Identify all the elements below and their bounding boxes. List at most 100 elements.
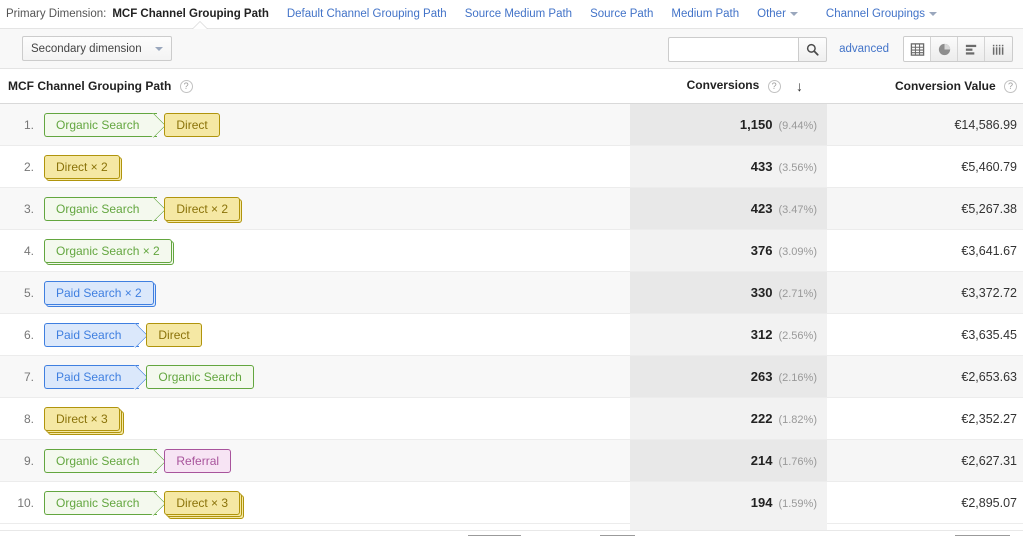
pie-chart-icon — [938, 43, 950, 55]
channel-chip-stack: Organic Search × 2 — [44, 238, 174, 265]
conversions-count: 194 — [750, 495, 773, 510]
chevron-down-icon — [789, 11, 798, 16]
conversions-percent: (2.56%) — [778, 330, 817, 342]
channel-chip-stack: Direct × 3 — [164, 490, 245, 519]
channel-chip-organic[interactable]: Organic Search — [44, 448, 158, 473]
channel-path: Paid Search Organic Search — [44, 364, 254, 389]
channel-chip-stack: Direct × 2 — [164, 196, 243, 223]
table-row[interactable]: 10. Organic Search Direct × 3 194 (1.59%) €2,… — [0, 481, 1023, 524]
channel-chip-direct[interactable]: Direct × 2 — [44, 154, 120, 179]
table-row[interactable]: 8. Direct × 3 222 (1.82%) €2,352.27 — [0, 397, 1023, 440]
row-index: 3. — [23, 201, 34, 216]
channel-path: Organic Search Direct — [44, 112, 220, 137]
cell-conversions: 214 (1.76%) — [630, 439, 827, 482]
channel-chip-referral[interactable]: Referral — [164, 448, 232, 473]
search-input[interactable] — [668, 36, 799, 62]
column-header-conversions-label: Conversions — [686, 78, 760, 93]
cell-conversion-value: €3,372.72 — [827, 271, 1023, 314]
channel-chip-stack: Organic Search — [44, 196, 158, 221]
table-head: MCF Channel Grouping Path ? Conversions … — [0, 69, 1023, 104]
cell-channel-path: 5. Paid Search × 2 — [0, 271, 630, 314]
channel-chip-organic[interactable]: Organic Search × 2 — [44, 238, 172, 263]
channel-chip-organic[interactable]: Organic Search — [44, 112, 158, 137]
conversions-count: 423 — [750, 201, 773, 216]
channel-chip-stack: Paid Search × 2 — [44, 280, 156, 307]
dimension-tab-medium-path[interactable]: Medium Path — [671, 8, 739, 20]
table-row[interactable]: 3. Organic Search Direct × 2 423 (3.47%) €5,2… — [0, 187, 1023, 230]
table-row[interactable]: 6. Paid Search Direct 312 (2.56%) €3,635.45 — [0, 313, 1023, 356]
channel-chip-paid[interactable]: Paid Search — [44, 322, 140, 347]
row-index: 9. — [23, 453, 34, 468]
table-row[interactable]: 9. Organic Search Referral 214 (1.76%) €2,627… — [0, 439, 1023, 482]
row-index: 1. — [23, 117, 34, 132]
conversions-count: 376 — [750, 243, 773, 258]
channel-path: Direct × 2 — [44, 154, 122, 181]
channel-chip-paid[interactable]: Paid Search × 2 — [44, 280, 154, 305]
conversions-percent: (2.71%) — [778, 288, 817, 300]
pie-chart-view-button[interactable] — [931, 37, 958, 61]
channel-path: Direct × 3 — [44, 406, 124, 435]
dimension-tab-source-path[interactable]: Source Path — [590, 8, 653, 20]
row-index: 8. — [23, 411, 34, 426]
table-view-button[interactable] — [904, 37, 931, 61]
table-row[interactable]: 7. Paid Search Organic Search 263 (2.16%) €2,… — [0, 355, 1023, 398]
channel-chip-stack: Organic Search — [44, 490, 158, 515]
conversions-percent: (3.47%) — [778, 204, 817, 216]
cell-channel-path: 6. Paid Search Direct — [0, 313, 630, 356]
table-bottom-shade — [630, 520, 827, 530]
help-icon[interactable]: ? — [1004, 80, 1017, 94]
conversions-percent: (1.76%) — [778, 456, 817, 468]
dimension-tab-default-channel-grouping-path[interactable]: Default Channel Grouping Path — [287, 8, 447, 20]
table-row[interactable]: 1. Organic Search Direct 1,150 (9.44%) €14,58… — [0, 103, 1023, 146]
secondary-dimension-button[interactable]: Secondary dimension — [22, 36, 172, 61]
table-row[interactable]: 5. Paid Search × 2 330 (2.71%) €3,372.72 — [0, 271, 1023, 314]
channel-chip-paid[interactable]: Paid Search — [44, 364, 140, 389]
channel-chip-direct[interactable]: Direct × 2 — [164, 196, 241, 221]
help-icon[interactable]: ? — [179, 80, 193, 94]
channel-groupings-menu[interactable]: Channel Groupings — [826, 8, 937, 20]
channel-chip-stack: Referral — [164, 448, 232, 473]
table-header-row: MCF Channel Grouping Path ? Conversions … — [0, 69, 1023, 104]
column-header-conversion-value[interactable]: Conversion Value ? — [827, 69, 1023, 104]
table-row[interactable]: 2. Direct × 2 433 (3.56%) €5,460.79 — [0, 145, 1023, 188]
channel-path: Organic Search Referral — [44, 448, 232, 473]
channel-chip-direct[interactable]: Direct — [146, 322, 202, 347]
table-body: 1. Organic Search Direct 1,150 (9.44%) €14,58… — [0, 103, 1023, 524]
cell-conversions: 330 (2.71%) — [630, 271, 827, 314]
channel-chip-direct[interactable]: Direct × 3 — [44, 406, 120, 431]
column-header-conversions[interactable]: Conversions ? ↓ — [630, 69, 827, 104]
conversions-count: 433 — [750, 159, 773, 174]
sort-descending-icon[interactable]: ↓ — [796, 78, 803, 94]
row-index: 7. — [23, 369, 34, 384]
table-row[interactable]: 4. Organic Search × 2 376 (3.09%) €3,641.67 — [0, 229, 1023, 272]
channel-chip-organic[interactable]: Organic Search — [44, 196, 158, 221]
cell-channel-path: 2. Direct × 2 — [0, 145, 630, 188]
channel-chip-direct[interactable]: Direct — [164, 112, 220, 137]
help-icon[interactable]: ? — [767, 79, 781, 93]
conversions-count: 222 — [750, 411, 773, 426]
advanced-filter-link[interactable]: advanced — [839, 43, 889, 55]
cell-conversion-value: €3,635.45 — [827, 313, 1023, 356]
other-label: Other — [757, 8, 786, 20]
channel-chip-organic[interactable]: Organic Search — [146, 364, 254, 389]
channel-chip-organic[interactable]: Organic Search — [44, 490, 158, 515]
dimension-tab-mcf-channel-grouping-path[interactable]: MCF Channel Grouping Path — [112, 8, 269, 20]
channel-path: Organic Search Direct × 3 — [44, 490, 245, 519]
primary-dimension-label: Primary Dimension: — [6, 8, 107, 20]
pivot-view-button[interactable] — [985, 37, 1012, 61]
row-index: 4. — [23, 243, 34, 258]
channel-chip-direct[interactable]: Direct × 3 — [164, 490, 241, 515]
dimension-tab-source-medium-path[interactable]: Source Medium Path — [465, 8, 572, 20]
toolbar-right-group: advanced — [668, 29, 1013, 69]
column-header-dimension[interactable]: MCF Channel Grouping Path ? — [0, 69, 630, 104]
conversions-percent: (2.16%) — [778, 372, 817, 384]
search-button[interactable] — [798, 36, 828, 62]
conversions-percent: (3.09%) — [778, 246, 817, 258]
view-mode-group — [903, 36, 1013, 62]
report-table: MCF Channel Grouping Path ? Conversions … — [0, 69, 1023, 524]
cell-conversion-value: €14,586.99 — [827, 103, 1023, 146]
channel-path: Paid Search Direct — [44, 322, 202, 347]
cell-conversion-value: €2,627.31 — [827, 439, 1023, 482]
bar-chart-view-button[interactable] — [958, 37, 985, 61]
dimension-menu-other[interactable]: Other — [757, 8, 798, 20]
